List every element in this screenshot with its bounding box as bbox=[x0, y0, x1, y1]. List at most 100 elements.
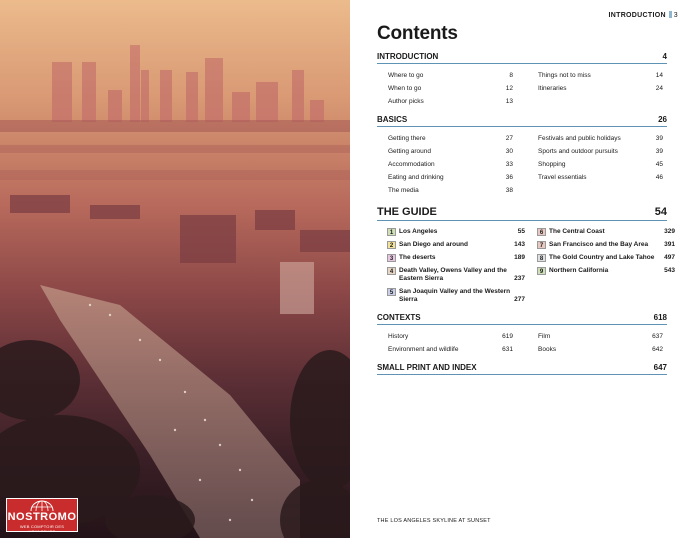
chapter-page: 329 bbox=[664, 228, 675, 235]
toc-entry-title: Festivals and public holidays bbox=[538, 135, 621, 142]
chapter-number-badge: 4 bbox=[387, 267, 396, 275]
toc-entry[interactable]: Books 642 bbox=[538, 346, 663, 354]
toc-entry-title: Itineraries bbox=[538, 85, 567, 92]
toc-entry-title: Books bbox=[538, 346, 557, 353]
chapter-title: The deserts bbox=[399, 254, 436, 261]
toc-entry[interactable]: When to go 12 bbox=[388, 85, 513, 93]
guide-chapter[interactable]: 7 San Francisco and the Bay Area 391 bbox=[537, 241, 675, 249]
toc-entry[interactable]: The media 38 bbox=[388, 187, 513, 195]
guide-chapter[interactable]: 6 The Central Coast 329 bbox=[537, 228, 675, 236]
chapter-number-badge: 8 bbox=[537, 254, 546, 262]
toc-entry[interactable]: Things not to miss 14 bbox=[538, 72, 663, 80]
guide-chapter[interactable]: 5 San Joaquin Valley and the Western Sie… bbox=[387, 288, 525, 304]
section-small-print-page: 647 bbox=[653, 363, 667, 372]
globe-icon bbox=[30, 500, 54, 511]
chapter-page: 543 bbox=[664, 267, 675, 274]
photo-caption: THE LOS ANGELES SKYLINE AT SUNSET bbox=[377, 518, 491, 524]
toc-entry-title: Things not to miss bbox=[538, 72, 591, 79]
section-the-guide[interactable]: THE GUIDE 54 bbox=[377, 206, 667, 221]
toc-entry-title: Shopping bbox=[538, 161, 566, 168]
chapter-title: San Diego and around bbox=[399, 241, 468, 248]
toc-entry-title: Where to go bbox=[388, 72, 424, 79]
toc-entry[interactable]: Author picks 13 bbox=[388, 98, 513, 106]
section-basics-title: BASICS bbox=[377, 115, 408, 124]
toc-entry-title: When to go bbox=[388, 85, 422, 92]
chapter-title: Los Angeles bbox=[399, 228, 438, 235]
toc-entry-title: Eating and drinking bbox=[388, 174, 444, 181]
toc-entry-title: History bbox=[388, 333, 409, 340]
toc-entry-title: Environment and wildlife bbox=[388, 346, 459, 353]
chapter-title: The Gold Country and Lake Tahoe bbox=[549, 254, 655, 261]
chapter-page: 237 bbox=[514, 275, 525, 282]
toc-entry-title: Author picks bbox=[388, 98, 424, 105]
toc-entry[interactable]: Shopping 45 bbox=[538, 161, 663, 169]
toc-entry-page: 619 bbox=[502, 333, 513, 340]
chapter-title: San Joaquin Valley and the Western Sierr… bbox=[399, 288, 511, 303]
chapter-number-badge: 1 bbox=[387, 228, 396, 236]
toc-entry-title: Sports and outdoor pursuits bbox=[538, 148, 618, 155]
toc-entry-page: 12 bbox=[505, 85, 513, 92]
toc-entry-page: 637 bbox=[652, 333, 663, 340]
guide-chapter[interactable]: 3 The deserts 189 bbox=[387, 254, 525, 262]
toc-entry[interactable]: Getting there 27 bbox=[388, 135, 513, 143]
toc-entry[interactable]: Travel essentials 46 bbox=[538, 174, 663, 182]
chapter-page: 277 bbox=[514, 296, 525, 303]
guide-chapter[interactable]: 1 Los Angeles 55 bbox=[387, 228, 525, 236]
toc-entry[interactable]: Itineraries 24 bbox=[538, 85, 663, 93]
running-head-label: INTRODUCTION bbox=[608, 12, 666, 19]
toc-entry-page: 36 bbox=[505, 174, 513, 181]
running-head-bar bbox=[668, 11, 672, 18]
toc-entry-title: The media bbox=[388, 187, 419, 194]
chapter-number-badge: 6 bbox=[537, 228, 546, 236]
toc-entry-page: 8 bbox=[509, 72, 513, 79]
section-introduction[interactable]: INTRODUCTION 4 bbox=[377, 52, 667, 64]
section-basics[interactable]: BASICS 26 bbox=[377, 115, 667, 127]
chapter-title: San Francisco and the Bay Area bbox=[549, 241, 649, 248]
section-small-print-title: SMALL PRINT AND INDEX bbox=[377, 363, 477, 372]
section-contexts-title: CONTEXTS bbox=[377, 313, 421, 322]
toc-entry[interactable]: Eating and drinking 36 bbox=[388, 174, 513, 182]
cover-photo-los-angeles-skyline: NOSTROMO WEB COMPTOIR DES VOYAGEURS bbox=[0, 0, 350, 538]
toc-entry-page: 39 bbox=[655, 135, 663, 142]
section-introduction-page: 4 bbox=[662, 52, 667, 61]
toc-entry-page: 24 bbox=[655, 85, 663, 92]
chapter-page: 391 bbox=[664, 241, 675, 248]
toc-entry[interactable]: Where to go 8 bbox=[388, 72, 513, 80]
logo-name: NOSTROMO bbox=[7, 511, 77, 523]
guide-chapter[interactable]: 2 San Diego and around 143 bbox=[387, 241, 525, 249]
guide-chapter[interactable]: 8 The Gold Country and Lake Tahoe 497 bbox=[537, 254, 675, 262]
chapter-number-badge: 7 bbox=[537, 241, 546, 249]
chapter-number-badge: 2 bbox=[387, 241, 396, 249]
toc-entry-page: 642 bbox=[652, 346, 663, 353]
toc-entry[interactable]: Festivals and public holidays 39 bbox=[538, 135, 663, 143]
toc-entry[interactable]: Environment and wildlife 631 bbox=[388, 346, 513, 354]
section-basics-page: 26 bbox=[658, 115, 667, 124]
chapter-page: 189 bbox=[514, 254, 525, 261]
chapter-number-badge: 9 bbox=[537, 267, 546, 275]
toc-entry-title: Travel essentials bbox=[538, 174, 587, 181]
logo-tagline: WEB COMPTOIR DES VOYAGEURS bbox=[19, 524, 65, 532]
running-head: INTRODUCTION 3 bbox=[609, 11, 678, 19]
toc-entry[interactable]: History 619 bbox=[388, 333, 513, 341]
section-small-print[interactable]: SMALL PRINT AND INDEX 647 bbox=[377, 363, 667, 375]
chapter-number-badge: 5 bbox=[387, 288, 396, 296]
toc-entry-title: Getting around bbox=[388, 148, 432, 155]
nostromo-logo: NOSTROMO WEB COMPTOIR DES VOYAGEURS bbox=[6, 498, 78, 532]
toc-entry-page: 45 bbox=[655, 161, 663, 168]
toc-entry[interactable]: Getting around 30 bbox=[388, 148, 513, 156]
toc-entry-title: Film bbox=[538, 333, 551, 340]
toc-entry-page: 46 bbox=[655, 174, 663, 181]
section-the-guide-title: THE GUIDE bbox=[377, 206, 437, 218]
section-the-guide-page: 54 bbox=[654, 206, 667, 218]
toc-entry-title: Getting there bbox=[388, 135, 426, 142]
toc-entry-page: 13 bbox=[505, 98, 513, 105]
guide-chapter[interactable]: 9 Northern California 543 bbox=[537, 267, 675, 275]
section-contexts[interactable]: CONTEXTS 618 bbox=[377, 313, 667, 325]
toc-entry[interactable]: Sports and outdoor pursuits 39 bbox=[538, 148, 663, 156]
chapter-title: Death Valley, Owens Valley and the Easte… bbox=[399, 267, 507, 282]
guide-chapter[interactable]: 4 Death Valley, Owens Valley and the Eas… bbox=[387, 267, 525, 283]
toc-entry-page: 631 bbox=[502, 346, 513, 353]
toc-entry[interactable]: Film 637 bbox=[538, 333, 663, 341]
toc-entry[interactable]: Accommodation 33 bbox=[388, 161, 513, 169]
chapter-page: 497 bbox=[664, 254, 675, 261]
